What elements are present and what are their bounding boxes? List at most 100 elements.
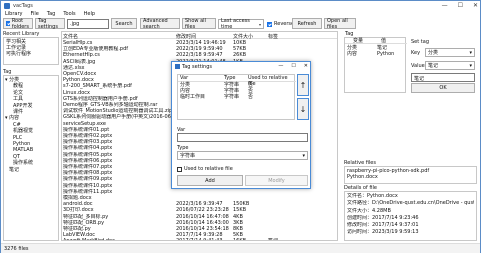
column-header-size[interactable]: 文件大小 — [233, 33, 267, 40]
file-tag-table: 变量 值 分类 笔记 内容 Python — [344, 37, 407, 93]
var-input[interactable] — [177, 133, 308, 142]
row-used: 否 — [248, 94, 254, 100]
chevron-down-icon: ▾ — [302, 152, 305, 159]
menu-tag[interactable]: Tag — [47, 11, 55, 17]
arrow-down-icon: ↓ — [299, 104, 307, 114]
header-type: Type — [224, 75, 236, 81]
root-folders-button[interactable]: Root folders — [3, 17, 33, 30]
chevron-down-icon: ▾ — [469, 62, 472, 69]
dialog-close-icon[interactable]: ✕ — [304, 63, 308, 69]
dialog-maximize-icon[interactable]: ☐ — [291, 63, 295, 69]
set-tag-label: Set tag — [411, 39, 429, 45]
key-label: Key — [411, 50, 421, 56]
tag-row-value[interactable]: Python — [377, 51, 394, 57]
value-input[interactable]: 笔记 — [411, 73, 475, 82]
key-select[interactable]: 分类 ▾ — [425, 48, 475, 57]
dialog-minimize-icon[interactable]: — — [278, 63, 283, 69]
tag-table-header-var: 变量 — [353, 38, 364, 44]
relative-files-list: raspberry-pi-pico-python-sdk.pdf Python.… — [344, 166, 477, 184]
value-select[interactable]: 笔记 ▾ — [425, 61, 475, 70]
detail-file-name: 文件名：Python.docx — [347, 193, 398, 199]
file-details: 文件名：Python.docx 文件路径：D:\OneDrive-qust.ed… — [344, 191, 477, 241]
tag-settings-button[interactable]: Tag settings — [35, 18, 65, 30]
dialog-app-icon — [175, 64, 180, 69]
right-panel: Tag 变量 值 分类 笔记 内容 Python Set tag Key 分类 ▾… — [341, 31, 480, 241]
value-label: Value — [411, 63, 425, 69]
row-var: 临时工作目 — [180, 94, 206, 100]
detail-created: 创建时间：2017/7/14 9:23:46 — [347, 214, 419, 221]
reverse-checkbox[interactable] — [267, 21, 272, 27]
menu-library[interactable]: Library — [5, 11, 22, 17]
menu-file[interactable]: File — [30, 11, 38, 17]
cell-name: Anwoft MarkBird.doc — [63, 238, 175, 240]
modify-button[interactable]: Modify — [245, 175, 308, 186]
left-panel: Recent Library 学习相关 工作记录 可执行程序 Tag ▾ 分类 … — [3, 31, 59, 241]
minimize-icon[interactable]: — — [442, 2, 448, 9]
open-all-files-button[interactable]: Open all files — [324, 18, 356, 30]
show-all-files-button[interactable]: Show all files — [182, 18, 216, 30]
used-relative-label: Used to relative file — [184, 166, 233, 172]
window-title: vacTags — [13, 3, 33, 9]
relative-file-item[interactable]: Python.docx — [347, 174, 474, 180]
move-up-button[interactable]: ↑ — [297, 74, 309, 96]
cell-tags: 笔记 — [268, 238, 337, 240]
detail-modified: 修改时间：2017/7/14 9:37:01 — [347, 222, 419, 229]
file-table-header: 文件名 修改时间 文件大小 标签 — [62, 32, 337, 40]
file-count-status: 3276 files — [4, 246, 29, 252]
key-select-value: 分类 — [428, 50, 439, 56]
arrow-up-icon: ↑ — [299, 80, 307, 90]
type-select[interactable]: 字符串 ▾ — [177, 151, 308, 160]
column-header-date[interactable]: 修改时间 — [176, 33, 232, 40]
set-tag-group: Set tag Key 分类 ▾ Value 笔记 ▾ 笔记 OK — [409, 37, 477, 93]
move-down-button[interactable]: ↓ — [297, 98, 309, 120]
search-input[interactable]: .jpg — [67, 19, 109, 29]
detail-file-size: 文件大小：4.28MB — [347, 207, 391, 214]
recent-library-list: 学习相关 工作记录 可执行程序 — [3, 37, 59, 65]
column-header-tags[interactable]: 标签 — [268, 33, 337, 40]
table-row[interactable]: Anwoft MarkBird.doc2017/7/14 9:41:4316KB… — [62, 238, 337, 240]
column-header-name[interactable]: 文件名 — [63, 33, 175, 40]
value-select-value: 笔记 — [428, 63, 439, 69]
used-relative-checkbox[interactable] — [177, 166, 182, 172]
tag-tree: ▾ 分类 教程 论文 工具 APP开发 课件 ▾ 内容 C# 机器视觉 PLC … — [3, 75, 59, 241]
chevron-down-icon: ▾ — [469, 49, 472, 56]
cell-size: 16KB — [233, 238, 267, 240]
main-window: vacTags — ☐ ✕ Library File Tag Tools Hel… — [0, 0, 481, 253]
maximize-icon[interactable]: ☐ — [458, 2, 463, 9]
add-button[interactable]: Add — [177, 175, 243, 186]
status-bar: 3276 files — [1, 243, 480, 253]
detail-file-path: 文件路径：D:\OneDrive-qust.edu.cn\OneDrive - … — [347, 200, 474, 207]
close-icon[interactable]: ✕ — [473, 2, 478, 9]
tag-variable-header: Var Type Used to relative file — [178, 75, 296, 87]
app-icon — [4, 3, 10, 9]
tag-table-header-value: 值 — [381, 38, 387, 44]
tag-variable-table: Var Type Used to relative file 分类 字符串 否 … — [177, 74, 296, 120]
dialog-title: Tag settings — [182, 63, 212, 70]
menu-tools[interactable]: Tools — [63, 11, 75, 17]
tag-row-key[interactable]: 内容 — [347, 51, 357, 57]
used-relative-checkbox-group[interactable]: Used to relative file — [177, 166, 233, 172]
menu-help[interactable]: Help — [84, 11, 95, 17]
refresh-button[interactable]: Refresh — [292, 18, 322, 29]
type-select-value: 字符串 — [180, 153, 196, 159]
header-var: Var — [180, 75, 189, 81]
menu-bar: Library File Tag Tools Help — [1, 10, 480, 18]
sort-field-value: Last access time — [221, 18, 250, 30]
sort-field-select[interactable]: Last access time ▾ — [218, 18, 264, 30]
cell-date: 2017/7/14 9:41:43 — [176, 238, 232, 240]
header-used-relative: Used to relative file — [248, 75, 288, 87]
chevron-down-icon: ▾ — [258, 21, 261, 27]
row-type: 字符串 — [224, 94, 240, 100]
root-folders-label: Root folders — [11, 17, 29, 30]
reverse-checkbox-group[interactable]: Reverse — [267, 21, 294, 27]
ok-button[interactable]: OK — [411, 83, 475, 93]
root-folders-checkbox[interactable] — [6, 21, 10, 26]
detail-accessed: 访问时间：2023/3/19 9:59:13 — [347, 229, 419, 236]
tree-item-notes[interactable]: 笔记 — [5, 167, 57, 173]
recent-library-item[interactable]: 可执行程序 — [6, 51, 56, 57]
search-button[interactable]: Search — [111, 18, 137, 29]
toolbar: Root folders Tag settings .jpg Search Ad… — [1, 18, 480, 30]
dialog-title-bar: Tag settings — ☐ ✕ — [172, 62, 310, 71]
advanced-search-button[interactable]: Advanced search — [140, 18, 180, 30]
tag-settings-dialog: Tag settings — ☐ ✕ Var Type Used to rela… — [171, 61, 311, 189]
